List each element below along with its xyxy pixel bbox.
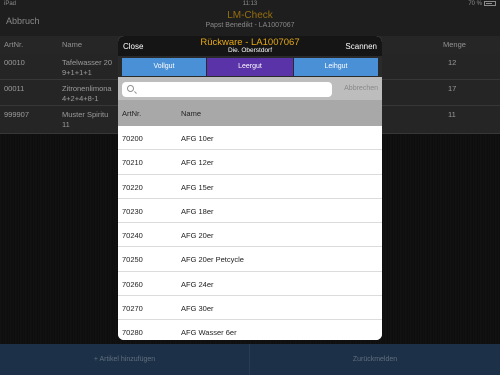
item-art: 70250 [122,255,143,265]
tab-vollgut[interactable]: Vollgut [122,58,206,76]
modal-subtitle: Die. Oberstdorf [227,47,273,54]
search-field [122,82,332,97]
list-item[interactable]: 70270 AFG 30er [118,296,382,321]
cancel-search-button[interactable]: Abbrechen [344,85,378,92]
list-item[interactable]: 70220 AFG 15er [118,174,382,199]
item-art: 70220 [122,182,143,192]
item-art: 70210 [122,158,143,168]
tab-leergut[interactable]: Leergut [207,58,293,76]
tab-leihgut[interactable]: Leihgut [294,58,378,76]
item-art: 70270 [122,304,143,314]
column-header-name: Name [181,109,202,118]
item-name: AFG 15er [181,182,214,192]
segmented-control: Vollgut Leergut Leihgut [118,56,382,77]
list-item[interactable]: 70200 AFG 10er [118,126,382,151]
item-art: 70260 [122,279,143,289]
item-art: 70230 [122,206,143,216]
list-item[interactable]: 70240 AFG 20er [118,223,382,248]
list-item[interactable]: 70260 AFG 24er [118,271,382,297]
item-name: AFG 12er [181,158,214,168]
item-art: 70280 [122,328,143,338]
search-icon [127,85,134,92]
list-item[interactable]: 70280 AFG Wasser 6er [118,320,382,340]
item-name: AFG 20er [181,231,214,241]
modal-header: Close Rückware - LA1007067 Die. Oberstdo… [118,36,382,56]
scan-button[interactable]: Scannen [345,42,377,51]
item-art: 70200 [122,134,143,143]
list-header: ArtNr. Name [118,100,382,126]
item-name: AFG 30er [181,304,214,314]
list-item[interactable]: 70250 AFG 20er Petcycle [118,247,382,272]
item-name: AFG 18er [181,206,214,216]
search-input[interactable] [138,83,326,96]
return-goods-modal: Close Rückware - LA1007067 Die. Oberstdo… [118,36,382,340]
item-name: AFG 10er [181,134,214,143]
article-list[interactable]: 70200 AFG 10er 70210 AFG 12er 70220 AFG 15e… [118,126,382,340]
item-name: AFG Wasser 6er [181,328,237,338]
list-item[interactable]: 70210 AFG 12er [118,150,382,175]
item-art: 70240 [122,231,143,241]
item-name: AFG 20er Petcycle [181,255,244,265]
item-name: AFG 24er [181,279,214,289]
search-bar: Abbrechen [118,77,382,100]
list-item[interactable]: 70230 AFG 18er [118,198,382,224]
column-header-art: ArtNr. [122,109,142,118]
